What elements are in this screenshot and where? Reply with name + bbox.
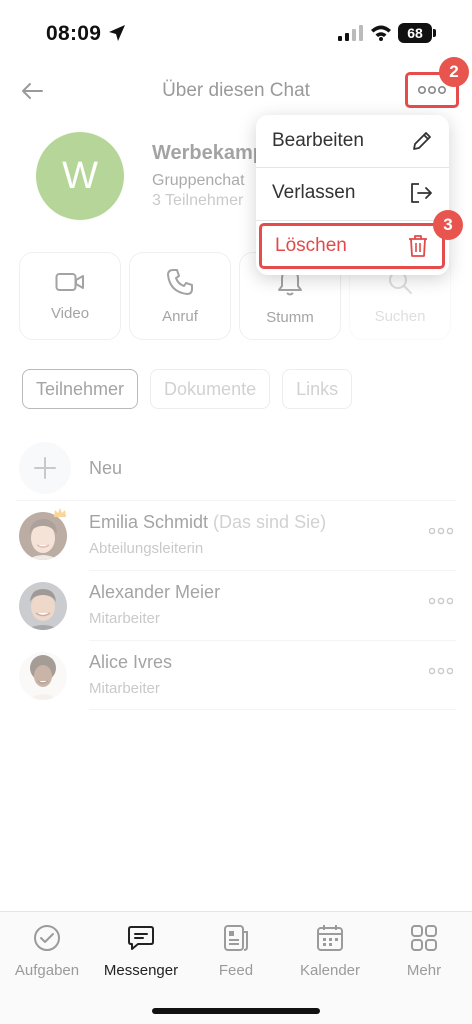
tab-participants[interactable]: Teilnehmer — [22, 369, 139, 409]
member-more-icon[interactable] — [429, 597, 453, 605]
member-more-icon[interactable] — [429, 667, 453, 675]
options-menu: Bearbeiten Verlassen Löschen — [256, 115, 449, 275]
trash-icon — [409, 235, 427, 257]
tab-documents[interactable]: Dokumente — [150, 369, 271, 409]
phone-icon — [167, 268, 193, 295]
pencil-icon — [413, 132, 431, 150]
member-row[interactable]: Emilia Schmidt (Das sind Sie) Abteilungs… — [19, 501, 459, 571]
tabbar-feed[interactable]: Feed — [189, 924, 283, 979]
calendar-icon — [317, 925, 343, 951]
crown-icon — [54, 508, 66, 517]
tabbar-calendar-label: Kalender — [299, 962, 361, 979]
tabbar-more-label: Mehr — [406, 962, 442, 979]
member-role: Mitarbeiter — [89, 610, 160, 627]
battery-indicator: 68 — [398, 23, 432, 43]
exit-icon — [411, 183, 432, 203]
tabbar-messenger[interactable]: Messenger — [94, 924, 188, 979]
mute-label: Stumm — [266, 308, 314, 326]
member-row[interactable]: Alice Ivres Mitarbeiter — [19, 641, 459, 711]
member-name: Emilia Schmidt (Das sind Sie) — [89, 512, 326, 533]
call-button[interactable]: Anruf — [129, 252, 231, 340]
page-title: Über diesen Chat — [162, 80, 310, 101]
member-avatar — [19, 582, 67, 630]
call-label: Anruf — [162, 307, 198, 325]
grid-icon — [411, 925, 437, 951]
more-dots-icon — [418, 85, 446, 95]
member-more-icon[interactable] — [429, 527, 453, 535]
tabbar-tasks-label: Aufgaben — [14, 962, 80, 979]
chat-type: Gruppenchat — [152, 172, 245, 189]
member-role: Mitarbeiter — [89, 680, 160, 697]
person-photo-icon — [19, 512, 67, 560]
person-photo-icon — [19, 582, 67, 630]
chat-name: Werbekamp — [152, 142, 262, 164]
header: Über diesen Chat — [0, 66, 472, 116]
menu-leave-label: Verlassen — [272, 182, 356, 203]
feed-icon — [224, 925, 248, 951]
location-arrow-icon — [109, 25, 125, 41]
chat-icon — [128, 926, 154, 950]
tab-links[interactable]: Links — [282, 369, 353, 409]
tab-bar-segments: Teilnehmer Dokumente Links — [22, 369, 353, 409]
home-indicator[interactable] — [152, 1008, 320, 1014]
member-name: Alexander Meier — [89, 582, 221, 602]
step-badge-more: 2 — [439, 57, 469, 87]
video-button[interactable]: Video — [19, 252, 121, 340]
menu-item-delete[interactable]: Löschen — [259, 223, 445, 269]
tabbar-tasks[interactable]: Aufgaben — [0, 924, 94, 979]
add-member-label: Neu — [89, 457, 123, 478]
member-row[interactable]: Alexander Meier Mitarbeiter — [19, 571, 459, 641]
step-badge-delete: 3 — [433, 210, 463, 240]
video-label: Video — [50, 304, 90, 322]
member-role: Abteilungsleiterin — [89, 540, 204, 557]
member-avatar — [19, 512, 67, 560]
tabbar-messenger-label: Messenger — [103, 962, 179, 979]
signal-icon — [338, 25, 363, 41]
menu-divider — [256, 220, 449, 221]
video-icon — [55, 272, 84, 291]
menu-edit-label: Bearbeiten — [272, 130, 364, 151]
wifi-icon — [371, 25, 391, 41]
tabbar-calendar[interactable]: Kalender — [283, 924, 377, 979]
person-photo-icon — [19, 652, 67, 700]
check-circle-icon — [34, 925, 60, 951]
member-name-text: Emilia Schmidt — [89, 512, 209, 532]
chat-avatar: W — [36, 132, 124, 220]
menu-item-leave[interactable]: Verlassen — [256, 167, 449, 219]
status-time: 08:09 — [46, 22, 102, 45]
member-name: Alice Ivres — [89, 652, 173, 672]
tabbar-more[interactable]: Mehr — [377, 924, 471, 979]
member-avatar — [19, 652, 67, 700]
member-self-suffix: (Das sind Sie) — [213, 512, 327, 532]
status-bar: 08:09 68 — [0, 0, 472, 66]
add-member-circle — [19, 442, 71, 494]
menu-item-edit[interactable]: Bearbeiten — [256, 115, 449, 167]
participant-count: 3 Teilnehmer — [152, 192, 244, 209]
menu-delete-label: Löschen — [275, 235, 347, 256]
tabbar-feed-label: Feed — [218, 962, 254, 979]
add-member-row[interactable]: Neu — [19, 441, 459, 495]
divider — [89, 709, 456, 710]
battery-tip — [433, 29, 436, 37]
plus-icon — [34, 457, 56, 479]
search-label: Suchen — [374, 307, 426, 325]
